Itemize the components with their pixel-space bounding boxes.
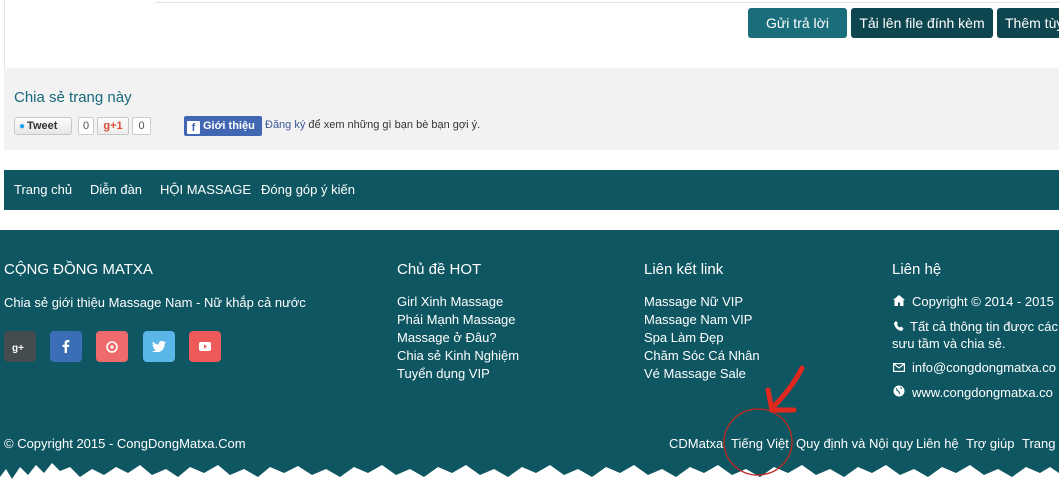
contact-email[interactable]: info@congdongmatxa.co: [892, 360, 1056, 375]
editor-border: [4, 0, 5, 68]
editor-area: Gửi trả lời Tải lên file đính kèm Thêm t…: [0, 0, 1059, 68]
youtube-icon[interactable]: [189, 331, 221, 362]
list-item[interactable]: Girl Xinh Massage: [397, 293, 519, 311]
list-item[interactable]: Massage Nữ VIP: [644, 293, 760, 311]
contact-info-line2: sưu tầm và chia sẻ.: [892, 336, 1006, 351]
footer-link-cdmatxa[interactable]: CDMatxa: [669, 436, 723, 451]
facebook-signup-link[interactable]: Đăng ký: [265, 119, 305, 131]
footer-about-title: CỘNG ĐỒNG MATXA: [4, 261, 153, 278]
nav-forum[interactable]: Diễn đàn: [90, 170, 142, 210]
list-item[interactable]: Chia sẻ Kinh Nghiệm: [397, 347, 519, 365]
list-item[interactable]: Massage Nam VIP: [644, 311, 760, 329]
facebook-icon[interactable]: [50, 331, 82, 362]
footer-links-title: Liên kết link: [644, 261, 724, 278]
globe-icon: [892, 385, 906, 400]
facebook-signup-suffix: để xem những gì bạn bè bạn gợi ý.: [305, 119, 481, 131]
tweet-count: 0: [78, 117, 94, 135]
contact-website-text: www.congdongmatxa.co: [912, 385, 1053, 400]
footer-copyright: © Copyright 2015 - CongDongMatxa.Com: [4, 436, 246, 451]
google-plus-one-button[interactable]: g+1: [97, 117, 129, 135]
google-plus-count: 0: [132, 117, 151, 135]
svg-text:g+: g+: [12, 343, 24, 353]
home-icon: [892, 295, 906, 309]
upload-attachment-button[interactable]: Tải lên file đính kèm: [851, 8, 993, 38]
site-footer: CỘNG ĐỒNG MATXA Chia sẻ giới thiệu Massa…: [0, 230, 1059, 495]
hot-topics-list: Girl Xinh Massage Phái Mạnh Massage Mass…: [397, 293, 519, 383]
list-item[interactable]: Tuyển dụng VIP: [397, 365, 519, 383]
footer-link-rules[interactable]: Quy định và Nội quy: [796, 436, 913, 451]
google-plus-icon[interactable]: g+: [4, 331, 36, 362]
more-options-button[interactable]: Thêm tùy: [997, 8, 1059, 38]
nav-feedback[interactable]: Đóng góp ý kiến: [261, 170, 355, 210]
list-item[interactable]: Chăm Sóc Cá Nhân: [644, 347, 760, 365]
contact-website[interactable]: www.congdongmatxa.co: [892, 385, 1053, 400]
contact-email-text: info@congdongmatxa.co: [912, 360, 1057, 375]
facebook-recommend-label: Giới thiệu: [203, 120, 255, 132]
footer-contact-title: Liên hệ: [892, 261, 942, 278]
contact-info: Tất cả thông tin được các: [892, 319, 1058, 334]
facebook-icon: f: [187, 121, 200, 134]
nav-home[interactable]: Trang chủ: [14, 170, 72, 210]
footer-jagged-edge: [0, 463, 1059, 495]
list-item[interactable]: Spa Làm Đẹp: [644, 329, 760, 347]
footer-about-description: Chia sẻ giới thiệu Massage Nam - Nữ khắp…: [4, 295, 306, 310]
share-page-box: Chia sẻ trang này ● Tweet 0 g+1 0 f Giới t…: [4, 68, 1059, 150]
pinterest-icon[interactable]: [96, 331, 128, 362]
list-item[interactable]: Vé Massage Sale: [644, 365, 760, 383]
contact-copyright-text: Copyright © 2014 - 2015: [912, 294, 1054, 309]
contact-copyright: Copyright © 2014 - 2015: [892, 294, 1054, 309]
twitter-icon[interactable]: [143, 331, 175, 362]
nav-massage-group[interactable]: HỘI MASSAGE: [160, 170, 251, 210]
share-title: Chia sẻ trang này: [14, 89, 132, 106]
envelope-icon: [892, 361, 906, 375]
list-item[interactable]: Massage ở Đâu?: [397, 329, 519, 347]
facebook-signup-text: Đăng ký để xem những gì bạn bè bạn gợi ý…: [265, 119, 480, 131]
twitter-icon: ●: [19, 121, 26, 132]
language-chooser[interactable]: Tiếng Việt: [731, 436, 789, 451]
reply-button[interactable]: Gửi trả lời: [748, 8, 847, 38]
message-editor[interactable]: [155, 0, 1059, 3]
contact-info-line1: Tất cả thông tin được các: [910, 319, 1059, 334]
footer-link-contact[interactable]: Liên hệ: [916, 436, 959, 451]
facebook-recommend-button[interactable]: f Giới thiệu: [184, 116, 262, 136]
tweet-label: Tweet: [27, 120, 58, 132]
footer-link-help[interactable]: Trợ giúp: [966, 436, 1015, 451]
footer-hot-title: Chủ đề HOT: [397, 261, 482, 278]
bottom-navbar: Trang chủ Diễn đàn HỘI MASSAGE Đóng góp …: [4, 170, 1059, 210]
footer-link-home[interactable]: Trang: [1022, 436, 1055, 451]
list-item[interactable]: Phái Mạnh Massage: [397, 311, 519, 329]
footer-links-list: Massage Nữ VIP Massage Nam VIP Spa Làm Đ…: [644, 293, 760, 383]
tweet-button[interactable]: ● Tweet: [14, 117, 72, 135]
phone-icon: [892, 320, 906, 334]
